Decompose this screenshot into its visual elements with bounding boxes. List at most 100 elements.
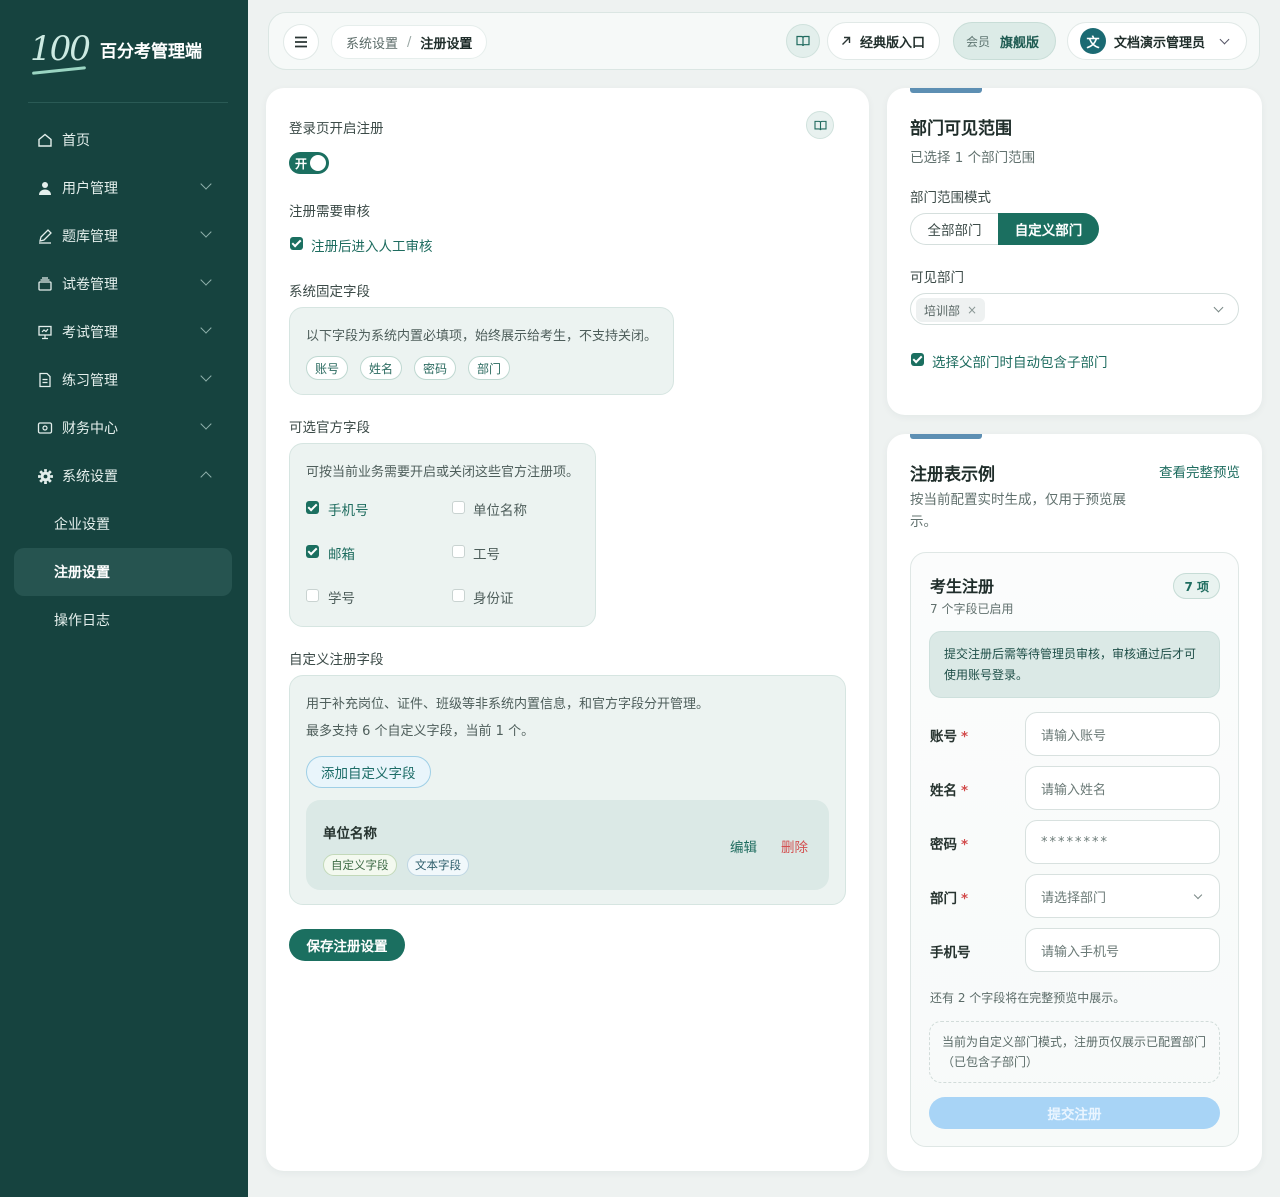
custom-fields-desc: 用于补充岗位、证件、班级等非系统内置信息，和官方字段分开管理。 [306,697,710,712]
optional-field-checkbox[interactable] [306,501,319,514]
field-label-text: 部门 [930,891,957,907]
dept-mode-label: 部门范围模式 [910,190,991,206]
presentation-icon [36,323,54,341]
book-icon [796,35,810,47]
app-name: 百分考管理端 [100,41,202,62]
close-icon[interactable]: × [967,303,977,317]
sidebar-item-exams[interactable]: 考试管理 [14,308,232,356]
login-register-label: 登录页开启注册 [289,121,384,137]
audit-checkbox-label[interactable]: 注册后进入人工审核 [311,235,433,255]
audit-checkbox[interactable] [290,237,303,250]
department-select[interactable]: 请选择部门 [1025,874,1220,918]
custom-fields-limit: 最多支持 6 个自定义字段，当前 1 个。 [306,724,535,739]
menu-icon [295,36,307,48]
chevron-down-icon [200,418,212,430]
visible-dept-select[interactable]: 培训部 × [910,293,1239,325]
edit-custom-field-button[interactable]: 编辑 [730,836,757,856]
menu-toggle-button[interactable] [283,24,319,60]
fixed-field-tag: 密码 [414,356,457,380]
sidebar-item-question-bank[interactable]: 题库管理 [14,212,232,260]
register-form-preview: 考生注册 7 个字段已启用 7 项 提交注册后需等待管理员审核，审核通过后才可使… [910,552,1239,1147]
field-label-text: 账号 [930,729,957,745]
optional-field-label[interactable]: 工号 [473,543,500,563]
audit-notice: 提交注册后需等待管理员审核，审核通过后才可使用账号登录。 [929,631,1220,698]
register-toggle[interactable]: 开 [289,152,329,174]
optional-field-checkbox[interactable] [452,501,465,514]
view-full-preview-link[interactable]: 查看完整预览 [1159,461,1240,481]
docs-button[interactable] [786,24,820,58]
optional-field-checkbox[interactable] [452,589,465,602]
input-placeholder: 请输入手机号 [1041,944,1120,960]
card-accent-bar [910,434,982,439]
classic-entry-button[interactable]: 经典版入口 [827,22,941,60]
optional-field-checkbox[interactable] [306,545,319,558]
sidebar-item-label: 操作日志 [54,613,110,629]
dept-tag-label: 培训部 [924,303,961,318]
fixed-fields-desc: 以下字段为系统内置必填项，始终展示给考生，不支持关闭。 [306,329,658,344]
phone-input[interactable]: 请输入手机号 [1025,928,1220,972]
fixed-field-tag: 账号 [306,356,349,380]
sidebar-item-register-settings[interactable]: 注册设置 [14,548,232,596]
dept-scope-title: 部门可见范围 [910,119,1012,139]
classic-entry-label: 经典版入口 [860,35,926,51]
input-placeholder: 请输入姓名 [1041,782,1107,798]
input-placeholder: 请选择部门 [1041,890,1107,906]
dept-mode-all[interactable]: 全部部门 [910,213,998,245]
sidebar-nav: 首页 用户管理 题库管理 试卷管理 考试管理 练习管理 财务中心 系统设置 企业… [14,116,232,644]
input-placeholder: ******** [1041,834,1109,850]
dept-mode-segmented: 全部部门 自定义部门 [910,213,1099,245]
document-icon [36,371,54,389]
card-accent-bar [910,88,982,93]
gear-icon [36,467,54,485]
sidebar-item-papers[interactable]: 试卷管理 [14,260,232,308]
password-input[interactable]: ******** [1025,820,1220,864]
sidebar-item-label: 用户管理 [62,181,118,197]
chevron-down-icon [1193,890,1203,900]
required-mark: * [961,837,969,853]
optional-field-label[interactable]: 单位名称 [473,499,527,519]
include-children-label[interactable]: 选择父部门时自动包含子部门 [932,351,1108,371]
sidebar-item-home[interactable]: 首页 [14,116,232,164]
delete-custom-field-button[interactable]: 删除 [781,836,808,856]
sidebar-item-label: 题库管理 [62,229,118,245]
layers-icon [36,275,54,293]
field-label-text: 姓名 [930,783,957,799]
optional-field-label[interactable]: 身份证 [473,587,514,607]
chevron-down-icon [200,226,212,238]
form-preview-title: 注册表示例 [910,465,995,485]
optional-field-label[interactable]: 手机号 [328,499,369,519]
sidebar-item-company-settings[interactable]: 企业设置 [14,500,232,548]
sidebar-item-system-settings[interactable]: 系统设置 [14,452,232,500]
sidebar-item-finance[interactable]: 财务中心 [14,404,232,452]
add-custom-field-button[interactable]: 添加自定义字段 [306,756,431,788]
optional-field-checkbox[interactable] [306,589,319,602]
name-input[interactable]: 请输入姓名 [1025,766,1220,810]
optional-field-label[interactable]: 学号 [328,587,355,607]
avatar: 文 [1080,28,1106,54]
breadcrumb-item[interactable]: 系统设置 [346,33,398,52]
save-settings-button[interactable]: 保存注册设置 [289,929,405,961]
chevron-down-icon [200,274,212,286]
sidebar-item-operation-log[interactable]: 操作日志 [14,596,232,644]
sidebar-item-label: 首页 [62,133,90,149]
form-preview-subtitle: 按当前配置实时生成，仅用于预览展示。 [910,492,1126,530]
help-docs-button[interactable] [806,111,834,139]
dept-tag: 培训部 × [916,298,986,322]
sidebar-item-users[interactable]: 用户管理 [14,164,232,212]
dept-mode-custom[interactable]: 自定义部门 [998,213,1099,245]
submit-register-button[interactable]: 提交注册 [929,1097,1220,1129]
sidebar-item-label: 财务中心 [62,421,118,437]
optional-field-label[interactable]: 邮箱 [328,543,355,563]
user-menu[interactable]: 文 文档演示管理员 [1067,22,1247,60]
fixed-field-tag: 姓名 [360,356,403,380]
sidebar-item-practice[interactable]: 练习管理 [14,356,232,404]
include-children-checkbox[interactable] [911,353,924,366]
membership-badge[interactable]: 会员 旗舰版 [953,22,1057,60]
logo-mark: 100 [30,29,91,69]
app-logo[interactable]: 100 百分考管理端 [30,32,202,66]
wallet-icon [36,419,54,437]
account-input[interactable]: 请输入账号 [1025,712,1220,756]
optional-field-checkbox[interactable] [452,545,465,558]
chevron-down-icon [1219,34,1230,45]
input-placeholder: 请输入账号 [1041,728,1107,744]
